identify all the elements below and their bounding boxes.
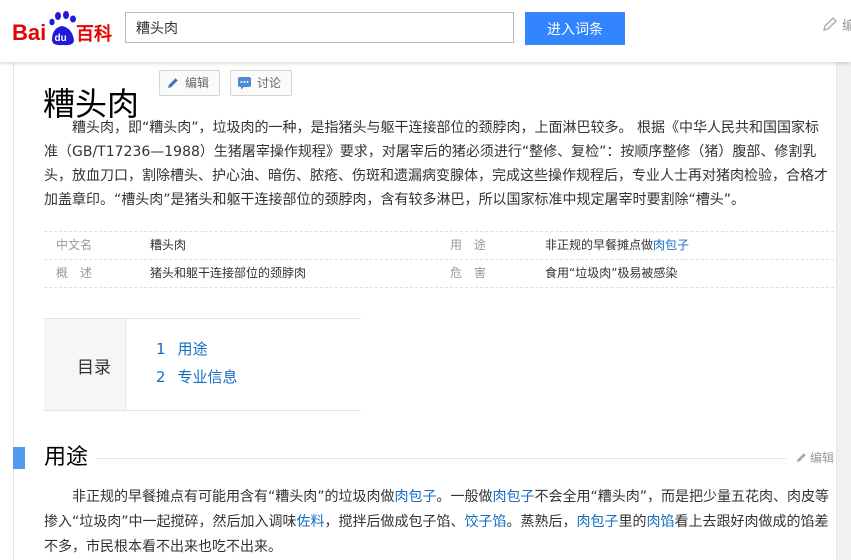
search-input[interactable] xyxy=(125,12,514,43)
summary-paragraph: 糟头肉，即“糟头肉”，垃圾肉的一种，是指猪头与躯干连接部位的颈脖肉，上面淋巴较多… xyxy=(44,120,828,208)
inline-link[interactable]: 肉包子 xyxy=(493,489,535,505)
section-title: 用途 xyxy=(44,445,89,470)
info-value-overview: 猪头和躯干连接部位的颈脖肉 xyxy=(150,266,307,280)
catalog-header: 目录 xyxy=(44,319,126,410)
header-edit-label[interactable]: 编 xyxy=(842,15,851,34)
catalog-item-number: 1 xyxy=(156,340,166,358)
info-value-harm: 食用“垃圾肉”极易被感染 xyxy=(545,266,678,280)
pencil-icon xyxy=(168,78,178,88)
catalog-item-number: 2 xyxy=(156,368,166,386)
inline-link[interactable]: 佐料 xyxy=(297,514,325,530)
chat-bubble-icon xyxy=(238,77,251,90)
top-header: Bai du 百科 进入词条 编 xyxy=(0,0,851,62)
info-name-usage: 用 途 xyxy=(450,238,487,252)
table-of-contents: 目录 1 用途 2 专业信息 xyxy=(44,318,361,411)
paragraph-text: 。蒸熟后， xyxy=(506,514,577,530)
info-value-chinese-name: 糟头肉 xyxy=(150,238,187,252)
pencil-icon[interactable] xyxy=(822,16,838,32)
info-value-usage-text: 非正规的早餐摊点做 xyxy=(545,238,654,252)
catalog-item-label: 专业信息 xyxy=(177,368,238,386)
pencil-icon xyxy=(796,453,806,463)
section-marker xyxy=(13,447,25,469)
discuss-label: 讨论 xyxy=(257,76,282,90)
svg-text:Bai: Bai xyxy=(12,20,46,45)
basic-info-box: 中文名 糟头肉 用 途 非正规的早餐摊点做肉包子 概 述 猪头和躯干连接部位的颈… xyxy=(44,231,834,288)
paragraph-text: ，搅拌后做成包子馅、 xyxy=(324,514,465,530)
inline-link[interactable]: 肉包子 xyxy=(577,514,619,530)
meat-bun-link[interactable]: 肉包子 xyxy=(653,238,689,252)
inline-link[interactable]: 饺子馅 xyxy=(465,514,507,530)
info-value-usage: 非正规的早餐摊点做肉包子 xyxy=(545,232,689,259)
scrollbar[interactable] xyxy=(836,62,851,560)
catalog-item-professional-info[interactable]: 2 专业信息 xyxy=(156,366,238,387)
inline-link[interactable]: 肉包子 xyxy=(395,489,437,505)
baidu-baike-logo[interactable]: Bai du 百科 xyxy=(12,10,116,48)
paragraph-text: 非正规的早餐摊点有可能用含有“糟头肉”的垃圾肉做 xyxy=(72,489,395,505)
left-rail xyxy=(13,62,14,560)
svg-text:du: du xyxy=(55,33,67,44)
paragraph-text: 里的 xyxy=(618,514,647,530)
paragraph-text: 。一般做 xyxy=(436,489,493,505)
edit-button[interactable]: 编辑 xyxy=(159,70,220,96)
edit-label: 编辑 xyxy=(185,76,210,90)
info-name-overview: 概 述 xyxy=(56,266,93,280)
enter-entry-button[interactable]: 进入词条 xyxy=(525,12,625,45)
section-divider xyxy=(96,458,786,459)
info-name-chinese-name: 中文名 xyxy=(56,238,93,252)
catalog-item-usage[interactable]: 1 用途 xyxy=(156,338,208,359)
inline-link[interactable]: 肉馅 xyxy=(647,514,675,530)
section-paragraph: 非正规的早餐摊点有可能用含有“糟头肉”的垃圾肉做肉包子。一般做肉包子不会全用“糟… xyxy=(44,485,834,560)
catalog-title: 目录 xyxy=(77,358,111,378)
svg-text:百科: 百科 xyxy=(76,23,112,45)
section-edit-button[interactable]: 编辑 xyxy=(795,449,834,466)
info-row: 概 述 猪头和躯干连接部位的颈脖肉 危 害 食用“垃圾肉”极易被感染 xyxy=(44,260,834,288)
discuss-button[interactable]: 讨论 xyxy=(230,70,292,96)
info-name-harm: 危 害 xyxy=(450,266,487,280)
info-row: 中文名 糟头肉 用 途 非正规的早餐摊点做肉包子 xyxy=(44,231,834,260)
section-edit-label: 编辑 xyxy=(810,451,835,465)
catalog-item-label: 用途 xyxy=(177,340,208,358)
